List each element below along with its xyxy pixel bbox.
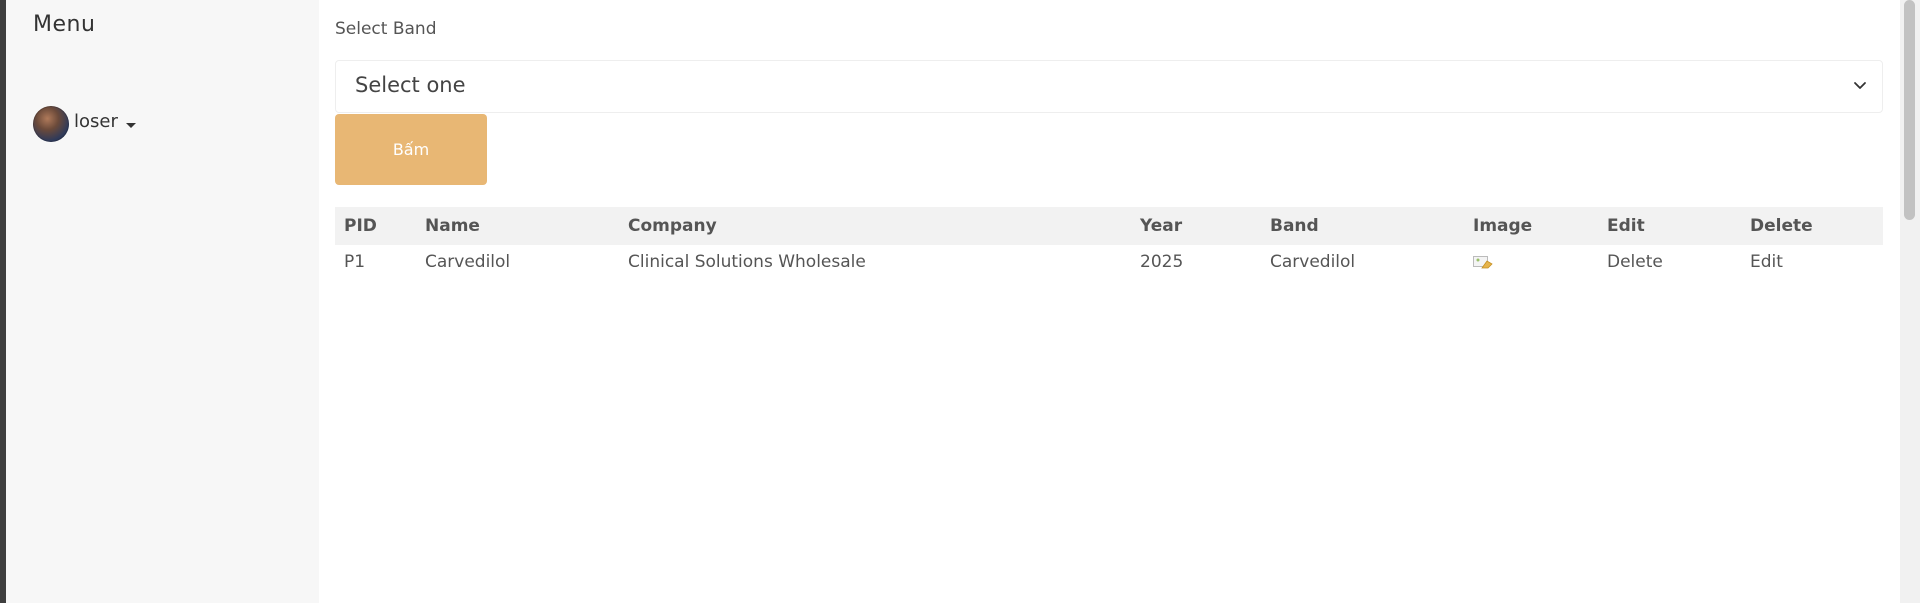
band-select-value: Select one <box>355 73 466 97</box>
col-header-delete: Delete <box>1741 207 1883 245</box>
vertical-scrollbar[interactable] <box>1900 0 1920 603</box>
scrollbar-thumb[interactable] <box>1904 0 1915 220</box>
col-header-band: Band <box>1261 207 1464 245</box>
caret-down-icon <box>125 122 136 128</box>
chevron-down-icon <box>1854 82 1866 89</box>
col-header-edit: Edit <box>1598 207 1741 245</box>
main-content: Select Band Select one Bấm PID Name Comp… <box>319 0 1900 603</box>
submit-button[interactable]: Bấm <box>335 114 487 185</box>
edit-link[interactable]: Edit <box>1741 245 1883 279</box>
cell-band: Carvedilol <box>1270 252 1356 272</box>
table-row: P1 Carvedilol Clinical Solutions Wholesa… <box>335 245 1883 279</box>
broken-image-icon <box>1473 256 1493 269</box>
avatar <box>33 106 69 142</box>
cell-pid: P1 <box>344 252 366 272</box>
sidebar: Menu loser <box>6 0 319 603</box>
col-header-company: Company <box>619 207 1131 245</box>
select-band-label: Select Band <box>335 19 437 39</box>
cell-image <box>1464 245 1598 279</box>
cell-name: Carvedilol <box>425 252 511 272</box>
username: loser <box>74 110 118 132</box>
table-header-row: PID Name Company Year Band Image Edit De… <box>335 207 1883 245</box>
cell-year: 2025 <box>1140 252 1184 272</box>
col-header-year: Year <box>1131 207 1261 245</box>
col-header-name: Name <box>416 207 619 245</box>
products-table: PID Name Company Year Band Image Edit De… <box>335 207 1883 279</box>
user-dropdown[interactable]: loser <box>33 106 136 142</box>
band-select[interactable]: Select one <box>335 60 1883 113</box>
menu-title: Menu <box>33 12 96 37</box>
cell-company: Clinical Solutions Wholesale <box>628 252 866 272</box>
col-header-pid: PID <box>335 207 416 245</box>
delete-link[interactable]: Delete <box>1598 245 1741 279</box>
col-header-image: Image <box>1464 207 1598 245</box>
